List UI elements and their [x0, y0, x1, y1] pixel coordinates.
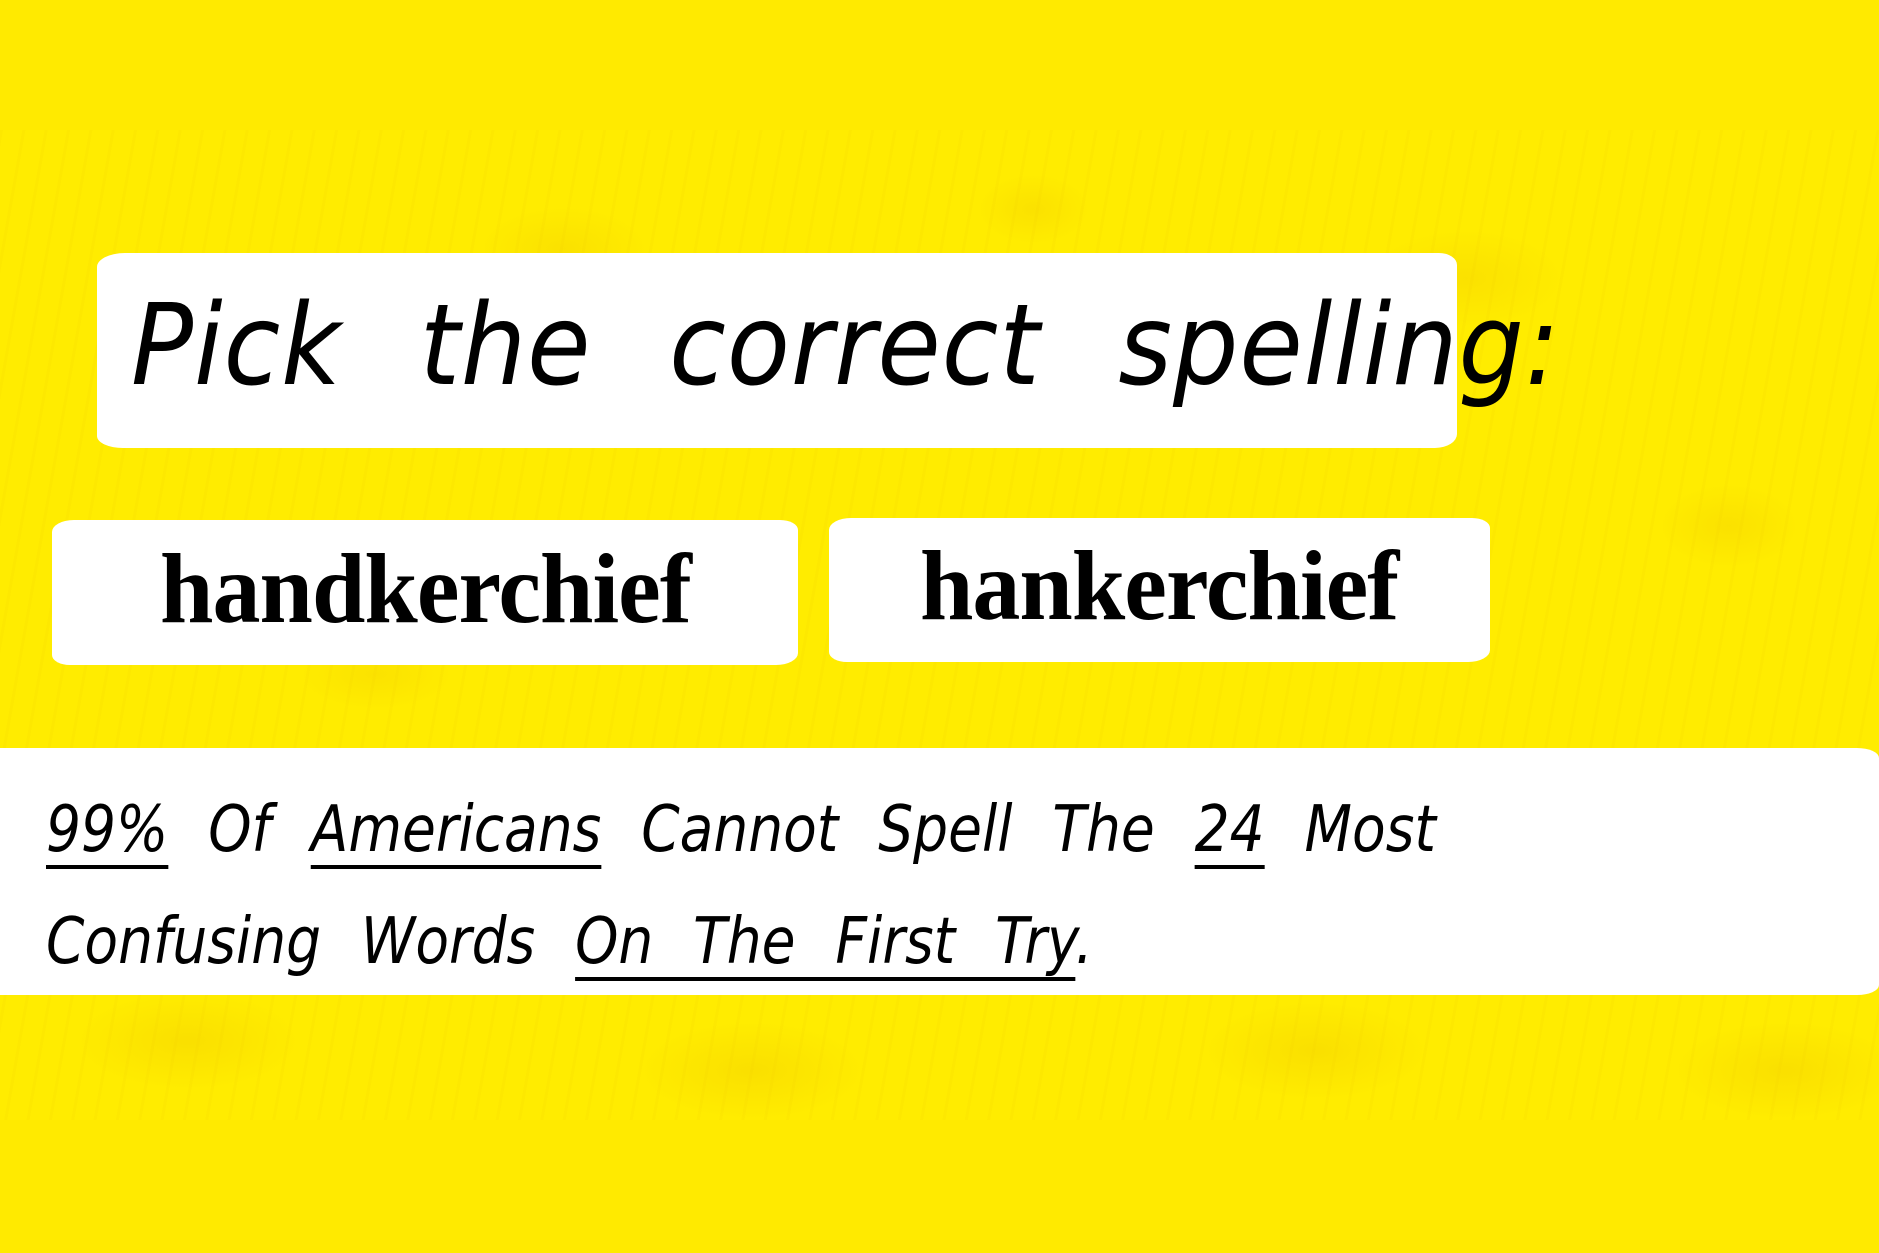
headline-segment: On The First Try — [575, 905, 1076, 979]
headline-banner: 99% Of Americans Cannot Spell The 24 Mos… — [0, 748, 1879, 995]
option-label: hankerchief — [920, 530, 1399, 641]
headline-line-1: 99% Of Americans Cannot Spell The 24 Mos… — [46, 774, 1622, 886]
option-handkerchief-button[interactable]: handkerchief — [52, 520, 798, 665]
headline-line-2: Confusing Words On The First Try. — [46, 886, 1622, 998]
headline-segment: 24 — [1194, 793, 1265, 867]
option-label: handkerchief — [159, 532, 692, 644]
headline-segment: Americans — [310, 793, 602, 867]
question-title-box: Pick the correct spelling: — [97, 253, 1560, 448]
headline-segment: Of — [168, 793, 311, 867]
option-hankerchief-button[interactable]: hankerchief — [829, 518, 1490, 662]
headline-segment: 99% — [46, 793, 169, 867]
question-title: Pick the correct spelling: — [131, 280, 1561, 411]
headline-segment: . — [1075, 905, 1093, 979]
headline-segment: Cannot Spell The — [601, 793, 1195, 867]
headline-segment: Confusing Words — [46, 905, 576, 979]
headline-segment: Most — [1264, 793, 1436, 867]
